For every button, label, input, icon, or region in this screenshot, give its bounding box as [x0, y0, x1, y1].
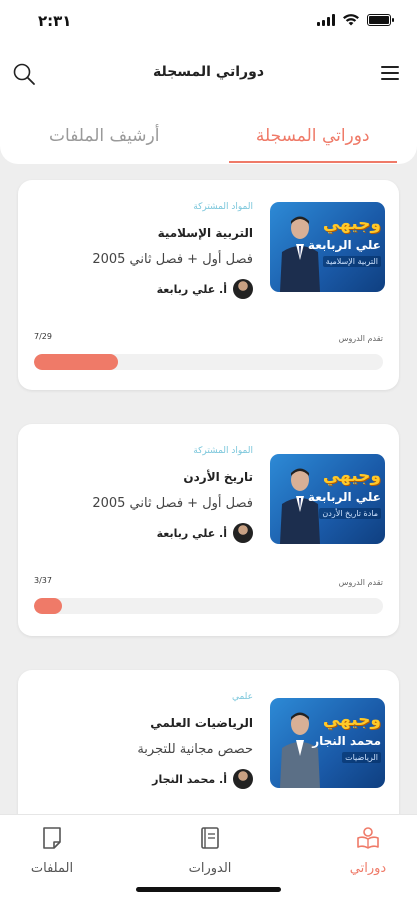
avatar [233, 769, 253, 789]
teacher-photo-icon [280, 468, 320, 544]
teacher-photo-icon [280, 216, 320, 292]
thumb-brand: وجيهي [322, 710, 381, 730]
progress-fill [34, 354, 118, 370]
course-card[interactable]: وجيهي علي الربابعة مادة تاريخ الأردن الم… [18, 424, 399, 636]
nav-courses[interactable]: الدورات [160, 825, 260, 876]
course-subject: تاريخ الأردن [183, 470, 253, 484]
course-info: علمي الرياضيات العلمي حصص مجانية للتجربة… [137, 692, 253, 789]
course-info: المواد المشتركة التربية الإسلامية فصل أو… [92, 202, 253, 299]
course-card[interactable]: وجيهي علي الربابعة التربية الإسلامية الم… [18, 180, 399, 390]
teacher-photo-icon [280, 712, 320, 788]
course-card[interactable]: وجيهي محمد النجار الرياضيات علمي الرياضي… [18, 670, 399, 830]
wifi-icon [343, 14, 359, 26]
thumb-teacher-name: علي الربابعة [307, 238, 381, 252]
tab-files-archive[interactable]: أرشيف الملفات [0, 112, 209, 160]
course-thumbnail: وجيهي علي الربابعة التربية الإسلامية [270, 202, 385, 292]
tab-my-courses[interactable]: دوراتي المسجلة [209, 112, 417, 163]
reader-icon [357, 827, 379, 849]
bottom-nav: الملفات الدورات دوراتي [0, 814, 417, 900]
menu-icon[interactable] [381, 66, 399, 80]
page-title: دوراتي المسجلة [152, 64, 265, 80]
thumb-teacher-name: محمد النجار [312, 734, 381, 748]
progress-bar [34, 598, 383, 614]
battery-icon [367, 14, 394, 26]
course-thumbnail: وجيهي علي الربابعة مادة تاريخ الأردن [270, 454, 385, 544]
course-period: فصل أول + فصل ثاني 2005 [92, 496, 253, 511]
teacher-row: أ. محمد النجار [137, 769, 253, 789]
thumb-teacher-name: علي الربابعة [307, 490, 381, 504]
progress-count: 7/29 [34, 332, 52, 341]
nav-label: الدورات [188, 861, 232, 876]
progress-bar [34, 354, 383, 370]
nav-my-courses[interactable]: دوراتي [318, 825, 417, 876]
avatar [233, 523, 253, 543]
progress-fill [34, 598, 62, 614]
teacher-row: أ. علي ربابعة [92, 279, 253, 299]
thumb-brand: وجيهي [322, 214, 381, 234]
material-label: المواد المشتركة [193, 446, 253, 456]
progress-label: تقدم الدروس [338, 334, 383, 343]
status-time: ٢:٣١ [38, 12, 72, 30]
thumb-brand: وجيهي [322, 466, 381, 486]
course-subject: التربية الإسلامية [157, 226, 253, 240]
course-thumbnail: وجيهي محمد النجار الرياضيات [270, 698, 385, 788]
teacher-name: أ. علي ربابعة [156, 526, 227, 540]
progress-count: 3/37 [34, 576, 52, 585]
nav-label: الملفات [30, 861, 74, 876]
status-icons [317, 14, 394, 26]
teacher-name: أ. محمد النجار [152, 772, 227, 786]
signal-icon [317, 14, 335, 26]
tabs: أرشيف الملفات دوراتي المسجلة [0, 112, 417, 163]
nav-label: دوراتي [349, 861, 387, 876]
thumb-subject: الرياضيات [342, 752, 381, 763]
home-indicator [136, 887, 281, 892]
thumb-subject: التربية الإسلامية [322, 256, 381, 267]
thumb-subject: مادة تاريخ الأردن [319, 508, 381, 519]
course-subject: الرياضيات العلمي [150, 716, 253, 730]
book-icon [201, 827, 219, 849]
course-info: المواد المشتركة تاريخ الأردن فصل أول + ف… [92, 446, 253, 543]
course-period: حصص مجانية للتجربة [137, 742, 253, 757]
progress-label: تقدم الدروس [338, 578, 383, 587]
top-panel: دوراتي المسجلة أرشيف الملفات دوراتي المس… [0, 44, 417, 164]
course-period: فصل أول + فصل ثاني 2005 [92, 252, 253, 267]
status-bar: ٢:٣١ [0, 0, 417, 44]
teacher-name: أ. علي ربابعة [156, 282, 227, 296]
file-icon [43, 827, 61, 849]
material-label: المواد المشتركة [193, 202, 253, 212]
nav-files[interactable]: الملفات [2, 825, 102, 876]
avatar [233, 279, 253, 299]
material-label: علمي [231, 692, 253, 702]
teacher-row: أ. علي ربابعة [92, 523, 253, 543]
